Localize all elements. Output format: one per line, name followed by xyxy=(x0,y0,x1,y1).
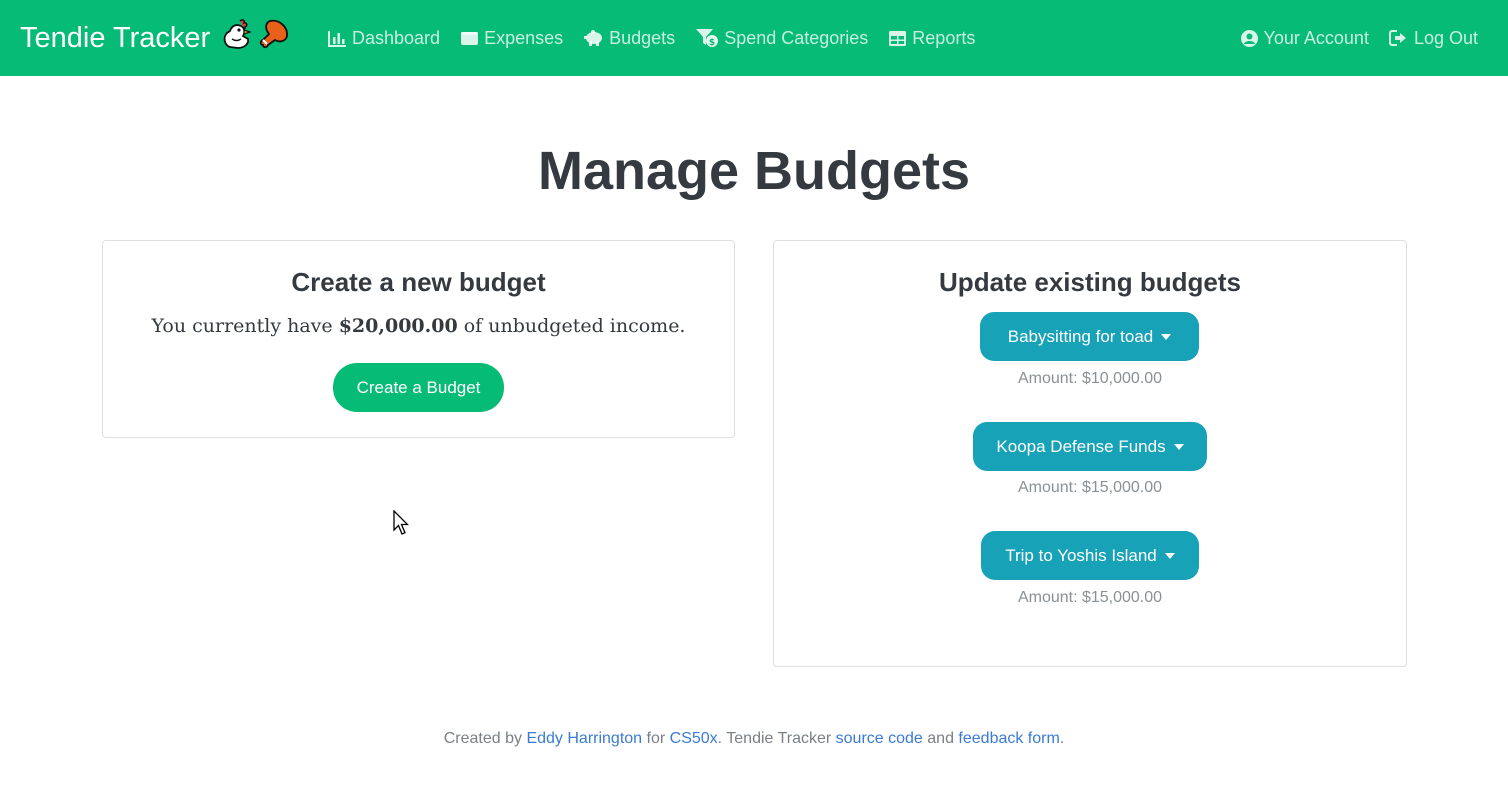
footer-text: . Tendie Tracker xyxy=(717,730,836,747)
budget-name: Trip to Yoshis Island xyxy=(1005,545,1157,565)
user-circle-icon xyxy=(1240,29,1259,48)
brand[interactable]: Tendie Tracker xyxy=(20,18,292,58)
course-link[interactable]: CS50x xyxy=(670,730,718,747)
chicken-icon xyxy=(220,17,254,59)
nav-log-out[interactable]: Log Out xyxy=(1388,27,1478,49)
nav-budgets-label: Budgets xyxy=(609,27,676,48)
income-prefix: You currently have xyxy=(151,315,339,337)
nav-log-out-label: Log Out xyxy=(1413,27,1478,48)
nav-expenses[interactable]: Expenses xyxy=(460,28,563,49)
footer-text: for xyxy=(642,730,670,747)
create-budget-title: Create a new budget xyxy=(291,267,546,297)
update-budgets-card: Update existing budgets Babysitting for … xyxy=(773,240,1407,667)
unbudgeted-income-text: You currently have $20,000.00 of unbudge… xyxy=(103,315,734,337)
nav-reports[interactable]: Reports xyxy=(888,28,975,49)
author-link[interactable]: Eddy Harrington xyxy=(526,730,642,747)
nav-your-account-label: Your Account xyxy=(1263,27,1369,48)
budget-dropdown-button[interactable]: Trip to Yoshis Island xyxy=(981,531,1199,580)
caret-down-icon xyxy=(1164,552,1175,559)
nav-spend-categories-label: Spend Categories xyxy=(724,27,869,48)
footer: Created by Eddy Harrington for CS50x. Te… xyxy=(0,730,1508,748)
nav-links: Dashboard Expenses Budgets $ Spend Categ… xyxy=(328,24,975,52)
piggy-bank-icon xyxy=(583,29,604,47)
update-budgets-title: Update existing budgets xyxy=(939,267,1241,297)
nav-right: Your Account Log Out xyxy=(1240,24,1478,52)
footer-text: Created by xyxy=(443,730,527,747)
footer-text: . xyxy=(1059,730,1065,747)
drumstick-icon xyxy=(258,17,292,59)
nav-your-account[interactable]: Your Account xyxy=(1240,28,1369,49)
feedback-form-link[interactable]: feedback form xyxy=(958,730,1059,747)
nav-reports-label: Reports xyxy=(912,27,976,48)
nav-dashboard-label: Dashboard xyxy=(352,27,441,48)
filter-dollar-icon: $ xyxy=(695,28,719,48)
income-amount: $20,000.00 xyxy=(338,315,458,337)
nav-budgets[interactable]: Budgets xyxy=(583,28,675,49)
svg-text:$: $ xyxy=(709,38,715,48)
table-icon xyxy=(888,30,907,47)
nav-expenses-label: Expenses xyxy=(484,27,564,48)
budget-amount: Amount: $10,000.00 xyxy=(1017,370,1163,387)
source-code-link[interactable]: source code xyxy=(836,730,923,747)
brand-title: Tendie Tracker xyxy=(20,21,211,54)
caret-down-icon xyxy=(1161,333,1172,340)
mouse-cursor-icon xyxy=(393,509,410,541)
create-budget-button[interactable]: Create a Budget xyxy=(333,363,504,412)
budget-dropdown-button[interactable]: Koopa Defense Funds xyxy=(973,422,1207,471)
caret-down-icon xyxy=(1173,443,1184,450)
bar-chart-icon xyxy=(328,30,347,47)
top-navbar: Tendie Tracker Dashboard Expenses Budget… xyxy=(0,0,1508,76)
budget-amount: Amount: $15,000.00 xyxy=(1017,479,1163,496)
budget-name: Babysitting for toad xyxy=(1007,326,1154,346)
sign-out-icon xyxy=(1388,29,1409,47)
budget-dropdown-button[interactable]: Babysitting for toad xyxy=(980,312,1199,361)
budget-name: Koopa Defense Funds xyxy=(996,436,1166,456)
footer-text: and xyxy=(922,730,959,747)
nav-spend-categories[interactable]: $ Spend Categories xyxy=(695,28,868,49)
page-title: Manage Budgets xyxy=(537,141,971,201)
nav-dashboard[interactable]: Dashboard xyxy=(328,28,440,49)
budget-amount: Amount: $15,000.00 xyxy=(1017,589,1163,606)
income-suffix: of unbudgeted income. xyxy=(457,315,686,337)
wallet-icon xyxy=(460,30,479,47)
create-budget-card: Create a new budget You currently have $… xyxy=(102,240,735,438)
